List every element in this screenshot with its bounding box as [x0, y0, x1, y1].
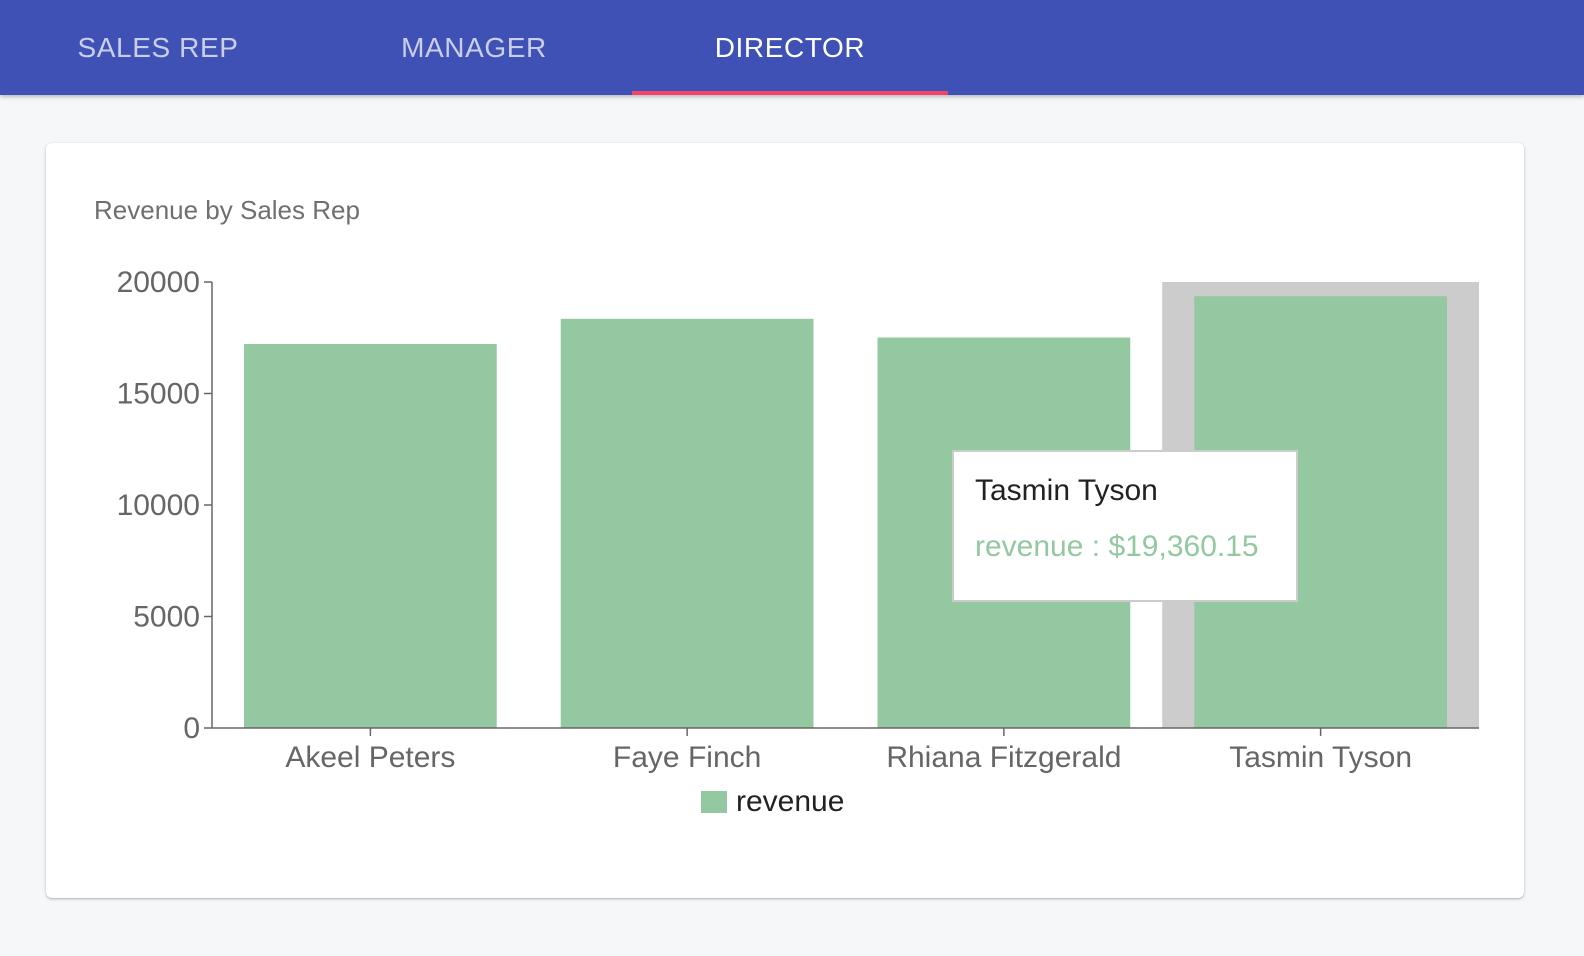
legend-label-revenue: revenue [736, 785, 844, 818]
x-tick-label: Tasmin Tyson [1229, 741, 1412, 774]
active-tab-indicator [632, 91, 948, 95]
bar-akeel-peters [244, 343, 497, 728]
tooltip-value: $19,360.15 [1108, 530, 1259, 563]
tooltip-item: revenue : $19,360.15 [975, 530, 1296, 564]
x-tick-label: Faye Finch [613, 741, 761, 774]
tooltip-series-name: revenue [975, 530, 1084, 563]
y-tick-label: 0 [183, 712, 200, 745]
bar-faye-finch [560, 318, 814, 728]
chart-card: Revenue by Sales Rep 0 5000 10000 15000 2000… [46, 143, 1524, 898]
tab-sales-rep[interactable]: SALES REP [0, 0, 316, 95]
chart-tooltip: Tasmin Tyson revenue : $19,360.15 [952, 450, 1298, 602]
tab-director[interactable]: DIRECTOR [632, 0, 948, 95]
revenue-bar-chart: 0 5000 10000 15000 20000 Akeel Peters Faye Fin… [117, 266, 1479, 818]
tooltip-title: Tasmin Tyson [975, 474, 1158, 507]
y-tick-label: 5000 [133, 601, 200, 634]
x-tick-label: Akeel Peters [285, 741, 455, 774]
tooltip-separator: : [1083, 530, 1109, 563]
y-tick-label: 20000 [117, 266, 200, 299]
y-tick-label: 15000 [117, 378, 200, 411]
x-tick-label: Rhiana Fitzgerald [886, 741, 1121, 774]
tab-manager[interactable]: MANAGER [316, 0, 632, 95]
y-tick-label: 10000 [117, 489, 200, 522]
legend-swatch-revenue [701, 791, 727, 813]
top-app-bar: SALES REP MANAGER DIRECTOR [0, 0, 1584, 95]
